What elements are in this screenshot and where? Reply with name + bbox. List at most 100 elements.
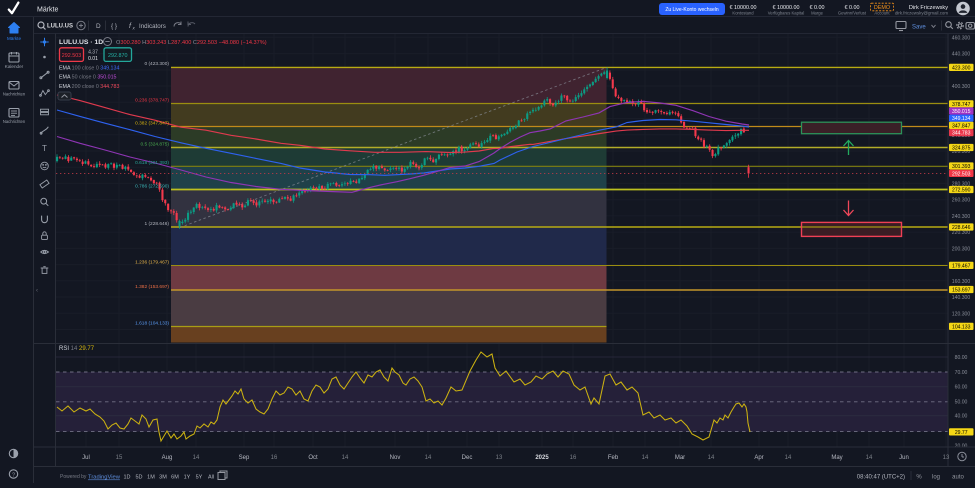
svg-text:423.300: 423.300 (952, 65, 971, 71)
svg-text:EMA 200 close 0 344.783: EMA 200 close 0 344.783 (59, 84, 119, 90)
svg-text:Jul: Jul (82, 455, 90, 461)
svg-text:0.618 (301.393): 0.618 (301.393) (135, 160, 169, 166)
svg-text:1 (228.646): 1 (228.646) (144, 221, 169, 227)
svg-text:May: May (831, 455, 842, 461)
svg-text:0.382 (347.847): 0.382 (347.847) (135, 120, 169, 126)
svg-text:Kalender: Kalender (5, 64, 24, 69)
svg-text:179.467: 179.467 (952, 263, 971, 269)
svg-text:Marge: Marge (811, 11, 824, 16)
svg-text:1Y: 1Y (184, 475, 191, 481)
svg-text:5Y: 5Y (196, 475, 203, 481)
svg-text:347.847: 347.847 (952, 123, 971, 129)
svg-text:324.875: 324.875 (952, 146, 971, 152)
svg-text:Jun: Jun (899, 455, 909, 461)
svg-text:‹: ‹ (36, 288, 38, 294)
svg-text:Save: Save (912, 25, 926, 31)
svg-text:%: % (916, 475, 922, 481)
svg-text:1.382 (153.697): 1.382 (153.697) (135, 284, 169, 290)
svg-text:08:40:47 (UTC+2): 08:40:47 (UTC+2) (857, 475, 905, 481)
svg-text:350.015: 350.015 (952, 109, 971, 115)
svg-text:Sep: Sep (239, 455, 250, 461)
svg-text:272.590: 272.590 (952, 188, 971, 194)
svg-text:All: All (208, 475, 214, 481)
svg-text:16: 16 (271, 455, 278, 461)
svg-text:70.00: 70.00 (955, 370, 968, 376)
svg-text:16: 16 (570, 455, 577, 461)
svg-text:Kontostand: Kontostand (732, 11, 754, 16)
svg-text:120.300: 120.300 (952, 311, 971, 317)
svg-text:292.503: 292.503 (62, 53, 82, 59)
svg-text:0.01: 0.01 (88, 56, 98, 62)
svg-text:O300.280 H303.243 L287.400 C29: O300.280 H303.243 L287.400 C292.503 −48.… (116, 40, 267, 46)
svg-text:140.300: 140.300 (952, 295, 971, 301)
svg-text:Account: Account (874, 11, 890, 16)
svg-text:Nachrichten: Nachrichten (3, 119, 26, 124)
svg-text:29.77: 29.77 (955, 430, 968, 436)
svg-text:Nov: Nov (390, 455, 401, 461)
svg-text:Aug: Aug (162, 455, 173, 461)
svg-text:104.133: 104.133 (952, 324, 971, 330)
svg-text:292.870: 292.870 (108, 53, 128, 59)
svg-text:0.5 (324.875): 0.5 (324.875) (140, 141, 169, 147)
svg-text:Mar: Mar (675, 455, 685, 461)
svg-text:292.503: 292.503 (952, 171, 971, 177)
svg-text:Zu Live-Konto wechseln: Zu Live-Konto wechseln (665, 7, 719, 13)
svg-text:228.646: 228.646 (952, 225, 971, 231)
svg-text:400.300: 400.300 (952, 84, 971, 90)
svg-text:14: 14 (708, 455, 715, 461)
svg-text:Märkte: Märkte (7, 36, 21, 41)
svg-text:14: 14 (642, 455, 649, 461)
svg-text:Apr: Apr (754, 455, 763, 461)
svg-text:{ }: { } (111, 23, 118, 30)
svg-text:14: 14 (342, 455, 349, 461)
svg-text:378.747: 378.747 (952, 102, 971, 108)
svg-text:LULU.US · 1D: LULU.US · 1D (59, 39, 103, 46)
svg-text:220.300: 220.300 (952, 230, 971, 236)
svg-text:dirk.friczewsky@gmail.com: dirk.friczewsky@gmail.com (895, 11, 948, 16)
svg-text:1M: 1M (147, 475, 155, 481)
svg-text:3M: 3M (159, 475, 167, 481)
svg-text:?: ? (12, 472, 15, 478)
svg-text:60.00: 60.00 (955, 385, 968, 391)
svg-text:80.00: 80.00 (955, 355, 968, 361)
svg-text:RSI 14 29.77: RSI 14 29.77 (59, 346, 95, 352)
svg-text:153.697: 153.697 (952, 288, 971, 294)
svg-text:6M: 6M (171, 475, 179, 481)
svg-text:13: 13 (943, 455, 950, 461)
svg-text:14: 14 (866, 455, 873, 461)
svg-text:14: 14 (193, 455, 200, 461)
svg-text:2025: 2025 (535, 455, 549, 461)
svg-text:200.300: 200.300 (952, 246, 971, 252)
svg-text:Nachrichten: Nachrichten (3, 92, 26, 97)
svg-text:log: log (932, 475, 940, 481)
svg-text:160.300: 160.300 (952, 279, 971, 285)
svg-text:EMA 100 close 0 349.134: EMA 100 close 0 349.134 (59, 66, 119, 72)
svg-text:40.00: 40.00 (955, 414, 968, 420)
svg-text:0.786 (272.590): 0.786 (272.590) (135, 183, 169, 189)
svg-text:14: 14 (785, 455, 792, 461)
svg-text:14: 14 (425, 455, 432, 461)
svg-text:260.300: 260.300 (952, 198, 971, 204)
svg-text:auto: auto (952, 475, 964, 481)
svg-text:Oct: Oct (308, 455, 318, 461)
svg-text:301.393: 301.393 (952, 164, 971, 170)
svg-text:50.00: 50.00 (955, 400, 968, 406)
svg-text:0.236 (378.747): 0.236 (378.747) (135, 97, 169, 103)
svg-text:344.783: 344.783 (952, 131, 971, 137)
svg-text:LULU.US: LULU.US (47, 24, 73, 30)
svg-text:1.618 (104.133): 1.618 (104.133) (135, 320, 169, 326)
svg-text:1.236 (179.467): 1.236 (179.467) (135, 259, 169, 265)
svg-text:Verfügbares Kapital: Verfügbares Kapital (768, 11, 805, 16)
svg-text:240.300: 240.300 (952, 214, 971, 220)
svg-text:1D: 1D (123, 475, 130, 481)
svg-text:TradingView: TradingView (88, 475, 121, 481)
svg-text:0 (423.300): 0 (423.300) (144, 61, 169, 67)
svg-text:4.37: 4.37 (88, 50, 98, 56)
svg-text:D: D (96, 23, 101, 30)
svg-text:EMA 50 close 0 350.015: EMA 50 close 0 350.015 (59, 75, 117, 81)
svg-text:Feb: Feb (608, 455, 619, 461)
svg-text:Gewinn/Verlust: Gewinn/Verlust (838, 11, 867, 16)
svg-text:440.300: 440.300 (952, 52, 971, 58)
svg-text:5D: 5D (135, 475, 142, 481)
svg-text:Indicators: Indicators (139, 23, 166, 30)
